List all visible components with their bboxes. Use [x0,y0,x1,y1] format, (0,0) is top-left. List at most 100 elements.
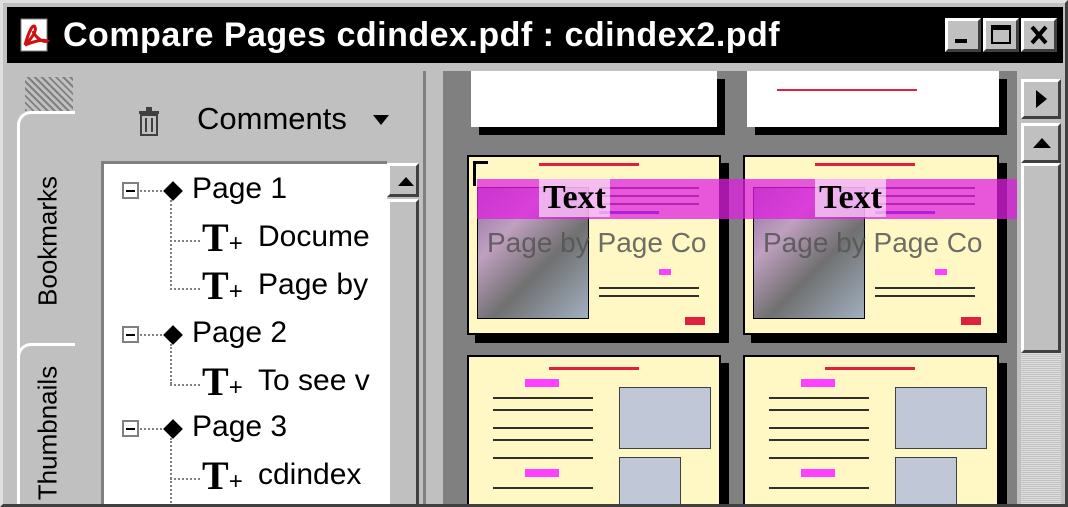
close-icon [1030,25,1048,45]
minimize-button[interactable] [945,18,981,52]
tree-item-label: Page by [258,268,369,301]
minimize-icon [955,39,967,43]
page-text-line [493,409,593,411]
page-dialog-image [619,387,711,449]
tree-connector [170,438,172,504]
tree-item-page-2[interactable]: Page 2 [192,316,287,362]
comments-scrollbar[interactable] [387,161,419,504]
page-text-line [769,409,869,411]
next-page-button[interactable] [1021,79,1061,119]
scroll-up-button[interactable] [387,163,419,197]
arrow-right-icon [1036,90,1047,108]
scroll-thumb[interactable] [387,199,419,504]
tab-bookmarks-label: Bookmarks [32,175,62,307]
page-highlight [659,269,671,275]
page-text-line [769,439,869,441]
maximize-icon [991,25,1011,44]
scroll-thumb[interactable] [1021,163,1061,353]
caret-down-icon[interactable] [373,115,389,125]
tree-item-label: To see v [258,364,370,397]
overlay-text-right: Page by Page Co [763,227,983,258]
page-text-line [769,397,869,399]
page-text-line [493,487,593,489]
tree-item-page-3[interactable]: Page 3 [192,410,287,456]
overlay-title-left: Text [539,179,610,217]
arrow-up-icon [1033,138,1051,148]
tab-thumbnails-label: Thumbnails [32,365,62,501]
page-heading [539,163,639,166]
page-text-line [599,295,699,297]
collapse-icon[interactable] [122,182,139,199]
title-bar[interactable]: Compare Pages cdindex.pdf : cdindex2.pdf [7,7,1063,63]
diamond-icon [163,181,183,201]
acrobat-icon [20,18,51,52]
page-highlight [935,269,947,275]
tree-connector [170,200,172,290]
tree-connector [170,478,200,480]
tab-strip-grip [25,77,73,111]
collapse-icon[interactable] [122,326,139,343]
page-text-line [493,397,593,399]
window-title: Compare Pages cdindex.pdf : cdindex2.pdf [63,16,781,54]
tree-item-label: cdindex [258,458,362,491]
tab-thumbnails[interactable]: Thumbnails [17,343,75,504]
page-text-line [493,439,593,441]
arrow-up-icon [398,177,414,186]
tree-item-label: Page 1 [192,172,288,205]
page-right-2 [743,355,999,504]
page-dialog-image [619,457,681,504]
page-left-top [471,71,717,127]
page-text-line [875,295,975,297]
scroll-up-button[interactable] [1021,123,1061,163]
tree-connector [140,190,162,192]
tree-item-page-1[interactable]: Page 1 [192,172,287,218]
page-button [685,317,705,325]
page-text-line [493,457,593,459]
close-button[interactable] [1021,18,1057,52]
text-note-icon: T+ [202,215,243,260]
page-highlight [525,469,559,477]
selection-marker [473,161,488,186]
trash-icon[interactable] [137,107,161,137]
tree-item-label: Docume [258,220,370,253]
side-tab-strip: Bookmarks Thumbnails [7,71,77,504]
tab-bookmarks[interactable]: Bookmarks [17,111,75,371]
collapse-icon[interactable] [122,420,139,437]
comments-panel: Comments Page 1 T+ Docume T+ Page by Pag… [81,71,416,504]
tree-connector [170,288,200,290]
document-scrollbar[interactable] [1017,71,1063,504]
comments-menu-button[interactable]: Comments [197,101,347,137]
page-dialog-image [895,387,987,449]
tree-connector [170,344,172,384]
page-button [961,317,981,325]
page-right-top [747,71,999,127]
page-highlight [801,469,835,477]
page-text-line [769,487,869,489]
tree-item-label: Page 2 [192,316,288,349]
tree-connector [170,384,200,386]
page-highlight [801,379,835,387]
page-heading [549,367,639,370]
diamond-icon [163,325,183,345]
page-dialog-image [895,457,957,504]
page-text-line [769,457,869,459]
document-view[interactable]: Text Text Page by Page Co Page by Page C… [443,71,1017,504]
page-text-line [493,427,593,429]
page-highlight [525,379,559,387]
tree-connector [140,334,162,336]
tree-item-label: Page 3 [192,410,288,443]
compare-pages-window: Compare Pages cdindex.pdf : cdindex2.pdf… [0,0,1068,507]
comments-tree[interactable]: Page 1 T+ Docume T+ Page by Page 2 T+ To… [101,161,416,504]
comments-toolbar: Comments [81,71,415,159]
page-text-line [769,427,869,429]
overlay-title-right: Text [815,179,886,217]
page-text-line [777,89,917,91]
maximize-button[interactable] [983,18,1019,52]
page-text-line [599,287,699,289]
text-note-icon: T+ [202,453,243,498]
page-text-line [875,287,975,289]
tree-connector [170,240,200,242]
text-note-icon: T+ [202,359,243,404]
tree-connector [140,428,162,430]
text-note-icon: T+ [202,263,243,308]
